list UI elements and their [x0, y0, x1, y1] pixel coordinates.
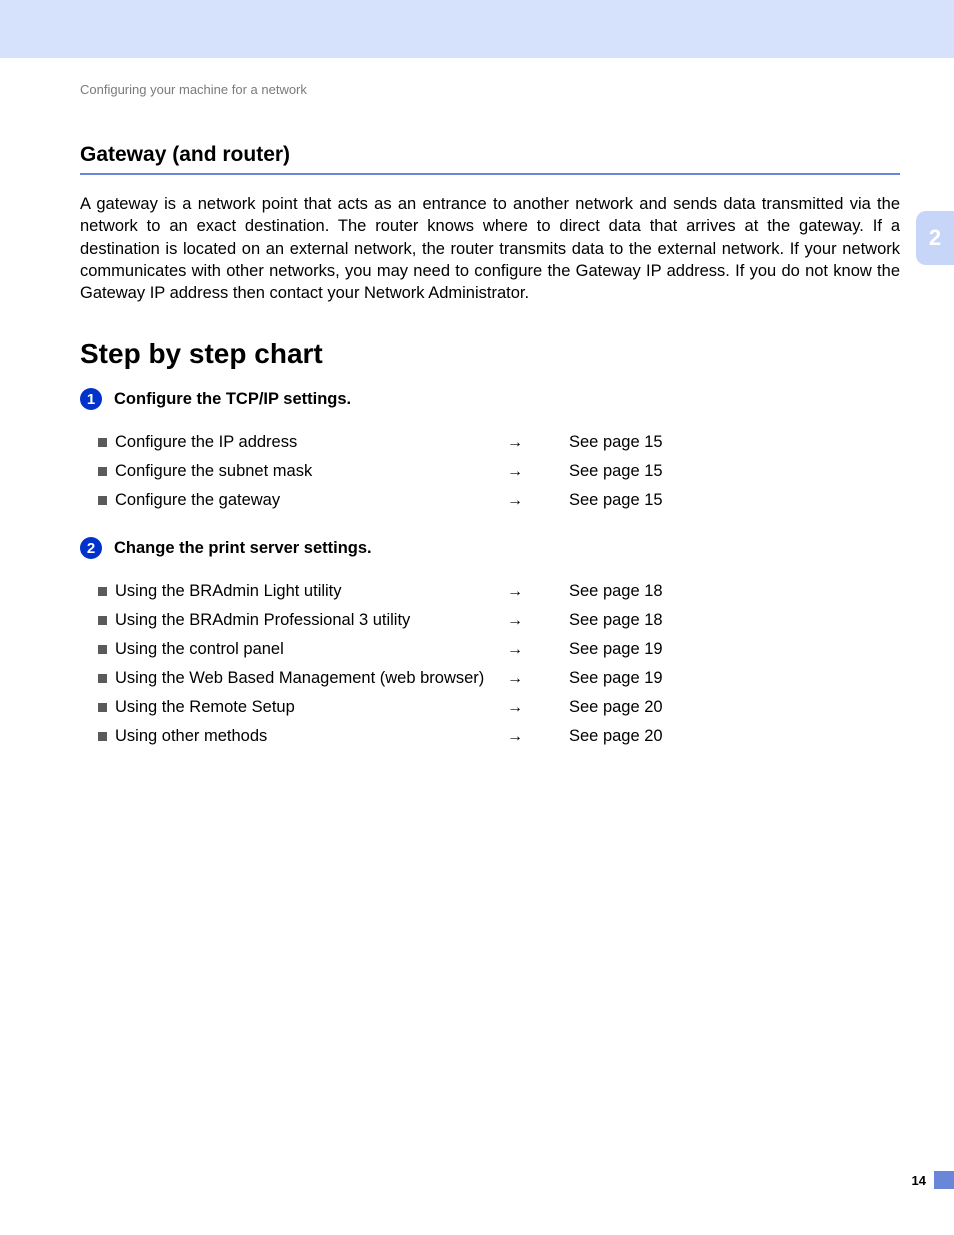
item-label: Configure the gateway — [115, 491, 507, 510]
chart-heading: Step by step chart — [80, 338, 900, 370]
page-reference: See page 15 — [547, 491, 687, 510]
top-header-bar — [0, 0, 954, 58]
arrow-right-icon: → — [507, 641, 547, 659]
page-reference: See page 20 — [547, 727, 687, 746]
item-label: Configure the IP address — [115, 433, 507, 452]
arrow-right-icon: → — [507, 583, 547, 601]
bullet-square-icon — [98, 645, 107, 654]
list-item: Configure the gateway → See page 15 — [98, 486, 900, 515]
bullet-square-icon — [98, 674, 107, 683]
item-label: Configure the subnet mask — [115, 462, 507, 481]
bullet-square-icon — [98, 467, 107, 476]
list-item: Using the BRAdmin Professional 3 utility… — [98, 606, 900, 635]
section-body: A gateway is a network point that acts a… — [80, 193, 900, 304]
step-1-items: Configure the IP address → See page 15 C… — [98, 428, 900, 515]
page-reference: See page 18 — [547, 582, 687, 601]
arrow-right-icon: → — [507, 463, 547, 481]
list-item: Using the Remote Setup → See page 20 — [98, 693, 900, 722]
step-title: Change the print server settings. — [114, 539, 372, 558]
page-reference: See page 15 — [547, 433, 687, 452]
bullet-square-icon — [98, 703, 107, 712]
list-item: Configure the IP address → See page 15 — [98, 428, 900, 457]
item-label: Using the BRAdmin Light utility — [115, 582, 507, 601]
arrow-right-icon: → — [507, 612, 547, 630]
list-item: Using the BRAdmin Light utility → See pa… — [98, 577, 900, 606]
list-item: Using the control panel → See page 19 — [98, 635, 900, 664]
bullet-square-icon — [98, 732, 107, 741]
step-header-2: 2 Change the print server settings. — [80, 537, 900, 559]
page-reference: See page 18 — [547, 611, 687, 630]
chapter-side-tab: 2 — [916, 211, 954, 265]
page-number-accent — [934, 1171, 954, 1189]
page-reference: See page 19 — [547, 669, 687, 688]
page-reference: See page 15 — [547, 462, 687, 481]
bullet-square-icon — [98, 616, 107, 625]
step-title: Configure the TCP/IP settings. — [114, 390, 351, 409]
item-label: Using other methods — [115, 727, 507, 746]
item-label: Using the Remote Setup — [115, 698, 507, 717]
arrow-right-icon: → — [507, 434, 547, 452]
step-number-badge: 1 — [80, 388, 102, 410]
step-number-badge: 2 — [80, 537, 102, 559]
page-content: Configuring your machine for a network G… — [80, 82, 900, 773]
page-reference: See page 19 — [547, 640, 687, 659]
bullet-square-icon — [98, 496, 107, 505]
step-header-1: 1 Configure the TCP/IP settings. — [80, 388, 900, 410]
list-item: Using the Web Based Management (web brow… — [98, 664, 900, 693]
arrow-right-icon: → — [507, 728, 547, 746]
section-subheading: Gateway (and router) — [80, 143, 900, 175]
step-2-items: Using the BRAdmin Light utility → See pa… — [98, 577, 900, 751]
page-number: 14 — [912, 1173, 926, 1188]
breadcrumb: Configuring your machine for a network — [80, 82, 900, 97]
arrow-right-icon: → — [507, 670, 547, 688]
item-label: Using the Web Based Management (web brow… — [115, 669, 507, 688]
bullet-square-icon — [98, 438, 107, 447]
item-label: Using the BRAdmin Professional 3 utility — [115, 611, 507, 630]
list-item: Using other methods → See page 20 — [98, 722, 900, 751]
arrow-right-icon: → — [507, 699, 547, 717]
bullet-square-icon — [98, 587, 107, 596]
item-label: Using the control panel — [115, 640, 507, 659]
list-item: Configure the subnet mask → See page 15 — [98, 457, 900, 486]
arrow-right-icon: → — [507, 492, 547, 510]
page-reference: See page 20 — [547, 698, 687, 717]
